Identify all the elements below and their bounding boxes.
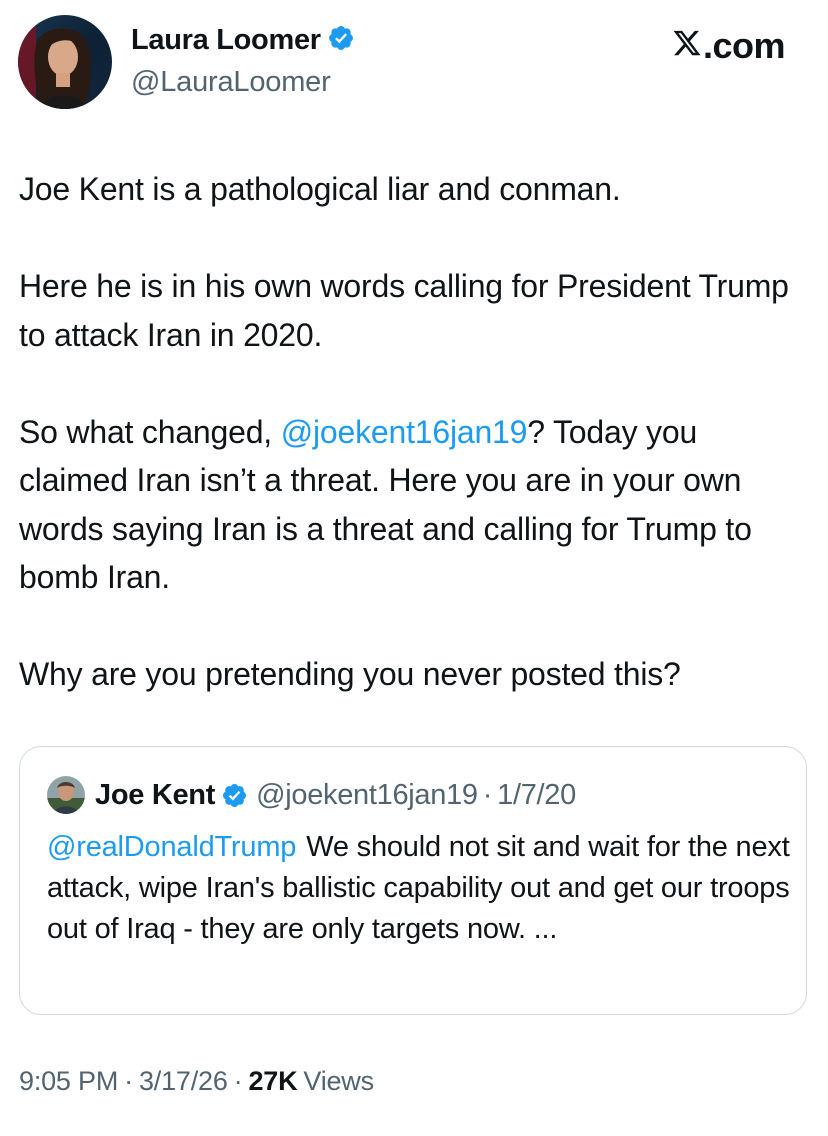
mention-link[interactable]: @joekent16jan19 (281, 414, 528, 450)
tweet-date[interactable]: 3/17/26 (139, 1066, 228, 1096)
quoted-tweet-body: @realDonaldTrump We should not sit and wa… (47, 827, 797, 950)
tweet-time[interactable]: 9:05 PM (19, 1066, 118, 1096)
verified-badge-icon (327, 24, 355, 60)
quoted-author-handle[interactable]: @joekent16jan19 (256, 779, 478, 812)
quoted-tweet-header: Joe Kent @joekent16jan19 · 1/7/20 (47, 775, 576, 815)
tweet-paragraph: Joe Kent is a pathological liar and conm… (19, 171, 621, 207)
separator-dot: · (124, 1066, 133, 1096)
x-logo-icon (672, 25, 702, 67)
site-logo-suffix: .com (702, 25, 786, 66)
author-avatar[interactable] (18, 15, 112, 109)
quoted-tweet-date[interactable]: 1/7/20 (497, 779, 576, 812)
views-label: Views (303, 1066, 374, 1096)
quoted-tweet-card[interactable]: Joe Kent @joekent16jan19 · 1/7/20 @realD… (19, 746, 807, 1015)
tweet-text-segment: So what changed, (19, 413, 281, 450)
tweet-header: Laura Loomer @LauraLoomer .com (0, 0, 828, 130)
mention-link[interactable]: @realDonaldTrump (47, 831, 296, 863)
tweet-meta: 9:05 PM · 3/17/26 · 27K Views (19, 1066, 374, 1097)
views-count: 27K (248, 1066, 298, 1096)
site-logo: .com (672, 25, 786, 67)
tweet-body: Joe Kent is a pathological liar and conm… (19, 165, 809, 699)
tweet-paragraph: Why are you pretending you never posted … (19, 656, 681, 692)
separator-dot: · (482, 778, 493, 811)
author-name-text: Laura Loomer (131, 24, 321, 56)
quoted-author-name[interactable]: Joe Kent (95, 779, 215, 812)
author-handle[interactable]: @LauraLoomer (131, 66, 331, 99)
verified-badge-icon (221, 782, 248, 809)
tweet-paragraph: Here he is in his own words calling for … (19, 268, 789, 353)
tweet-paragraph: So what changed, @joekent16jan19? Today … (19, 408, 809, 602)
author-name[interactable]: Laura Loomer (131, 24, 355, 60)
quoted-author-avatar[interactable] (47, 776, 85, 814)
separator-dot: · (233, 1066, 243, 1096)
